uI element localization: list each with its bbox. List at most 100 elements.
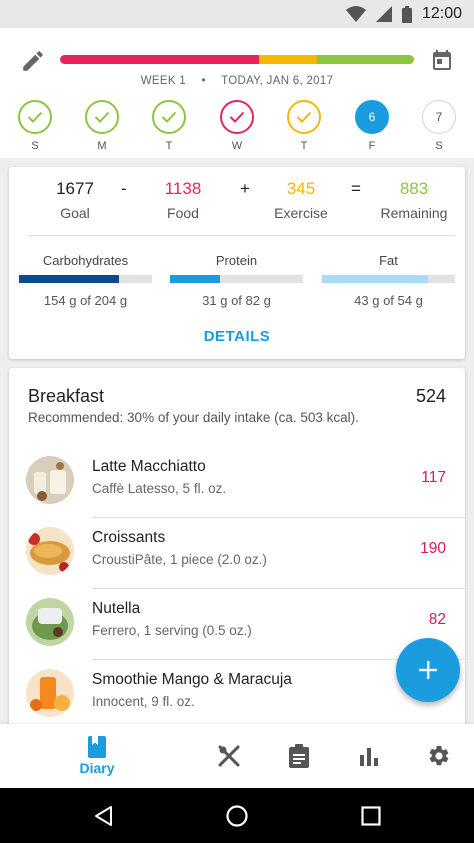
macro-progress-fill bbox=[170, 275, 221, 283]
day-completed-circle bbox=[287, 100, 321, 134]
check-icon bbox=[27, 111, 43, 123]
meal-item[interactable]: Latte Macchiatto Caffè Latesso, 5 fl. oz.… bbox=[9, 448, 465, 518]
meal-title: Breakfast bbox=[28, 386, 105, 406]
food-thumbnail bbox=[26, 456, 74, 504]
food-serving: Ferrero, 1 serving (0.5 oz.) bbox=[92, 623, 252, 638]
food-label: Food bbox=[167, 205, 199, 221]
macro-progress-bar bbox=[322, 275, 455, 283]
day-letter: T bbox=[300, 140, 308, 152]
food-thumbnail bbox=[26, 669, 74, 717]
bottom-navigation: Diary bbox=[0, 724, 474, 788]
macro-fat: Fat 43 g of 54 g bbox=[322, 253, 455, 308]
food-name: Croissants bbox=[92, 529, 166, 546]
remaining-value: 883 bbox=[399, 179, 429, 198]
home-icon[interactable] bbox=[225, 804, 249, 828]
progress-segment-remaining bbox=[317, 55, 414, 64]
day-completed-circle bbox=[152, 100, 186, 134]
plus-sign: + bbox=[240, 179, 250, 198]
day-letter: M bbox=[97, 140, 107, 152]
status-time: 12:00 bbox=[421, 5, 462, 22]
meal-item[interactable]: Croissants CroustiPâte, 1 piece (2.0 oz.)… bbox=[9, 519, 465, 589]
meal-item[interactable]: Nutella Ferrero, 1 serving (0.5 oz.) 82 bbox=[9, 590, 465, 660]
clipboard-icon bbox=[289, 744, 309, 768]
check-icon bbox=[296, 111, 312, 123]
progress-segment-food bbox=[60, 55, 259, 64]
macro-carbohydrates: Carbohydrates 154 g of 204 g bbox=[19, 253, 152, 308]
daily-progress-bar bbox=[60, 55, 414, 64]
nav-statistics[interactable] bbox=[334, 724, 404, 788]
nav-food[interactable] bbox=[194, 724, 264, 788]
day-letter: T bbox=[165, 140, 173, 152]
item-divider bbox=[92, 517, 465, 518]
day-letter: S bbox=[435, 140, 443, 152]
food-serving: CroustiPâte, 1 piece (2.0 oz.) bbox=[92, 552, 267, 567]
macro-progress-bar bbox=[19, 275, 152, 283]
food-kcal: 117 bbox=[421, 469, 446, 486]
macro-progress-bar bbox=[170, 275, 303, 283]
day-tuesday[interactable]: T bbox=[152, 100, 186, 152]
food-name: Latte Macchiatto bbox=[92, 458, 206, 475]
food-kcal: 82 bbox=[428, 611, 446, 628]
day-completed-circle bbox=[85, 100, 119, 134]
summary-divider bbox=[29, 235, 455, 236]
goal-block: 1677 Goal bbox=[37, 179, 113, 221]
macro-protein: Protein 31 g of 82 g bbox=[170, 253, 303, 308]
macro-name: Carbohydrates bbox=[42, 253, 129, 268]
day-friday[interactable]: 6F bbox=[355, 100, 389, 152]
week-header: WEEK 1 • TODAY, JAN 6, 2017 SMTWT6F7S bbox=[0, 28, 474, 158]
food-name: Nutella bbox=[92, 600, 141, 617]
check-icon bbox=[229, 111, 245, 123]
progress-segment-exercise bbox=[258, 55, 317, 64]
signal-icon bbox=[375, 6, 392, 22]
day-completed-circle bbox=[220, 100, 254, 134]
item-divider bbox=[92, 588, 465, 589]
nav-settings[interactable] bbox=[404, 724, 474, 788]
minus-sign: - bbox=[121, 179, 127, 198]
nav-diary[interactable]: Diary bbox=[62, 724, 132, 788]
food-name: Smoothie Mango & Maracuja bbox=[92, 671, 292, 688]
wifi-icon bbox=[345, 6, 366, 22]
remaining-label: Remaining bbox=[380, 205, 448, 221]
calendar-icon[interactable] bbox=[430, 48, 454, 72]
food-serving: Innocent, 9 fl. oz. bbox=[92, 694, 195, 709]
day-number: 7 bbox=[435, 110, 443, 124]
food-value: 1138 bbox=[164, 179, 202, 198]
battery-icon bbox=[401, 5, 412, 23]
meal-recommendation: Recommended: 30% of your daily intake (c… bbox=[28, 410, 359, 425]
macro-amount: 154 g of 204 g bbox=[43, 293, 128, 308]
exercise-block: 345 Exercise bbox=[266, 179, 336, 221]
day-sunday[interactable]: S bbox=[18, 100, 52, 152]
add-food-button[interactable] bbox=[396, 638, 460, 702]
back-icon[interactable] bbox=[92, 804, 116, 828]
date-label: TODAY, JAN 6, 2017 bbox=[221, 75, 334, 87]
exercise-value: 345 bbox=[286, 179, 316, 198]
remaining-block: 883 Remaining bbox=[375, 179, 453, 221]
macro-progress-fill bbox=[322, 275, 428, 283]
food-thumbnail bbox=[26, 598, 74, 646]
equals-sign: = bbox=[351, 179, 361, 198]
day-future-circle: 7 bbox=[422, 100, 456, 134]
recents-icon[interactable] bbox=[359, 804, 383, 828]
day-thursday[interactable]: T bbox=[287, 100, 321, 152]
macro-name: Protein bbox=[215, 253, 258, 268]
day-wednesday[interactable]: W bbox=[220, 100, 254, 152]
diary-icon bbox=[88, 736, 106, 758]
day-saturday[interactable]: 7S bbox=[422, 100, 456, 152]
pencil-icon[interactable] bbox=[20, 48, 46, 74]
details-button[interactable]: DETAILS bbox=[9, 328, 465, 345]
macro-amount: 43 g of 54 g bbox=[354, 293, 423, 308]
goal-value: 1677 bbox=[56, 179, 94, 198]
macro-name: Fat bbox=[379, 253, 398, 268]
nav-journal[interactable] bbox=[264, 724, 334, 788]
day-letter: F bbox=[368, 140, 376, 152]
day-letter: S bbox=[31, 140, 39, 152]
food-serving: Caffè Latesso, 5 fl. oz. bbox=[92, 481, 227, 496]
status-bar: 12:00 bbox=[0, 0, 474, 28]
meal-total-kcal: 524 bbox=[415, 386, 446, 406]
exercise-label: Exercise bbox=[274, 205, 328, 221]
week-day-selector: SMTWT6F7S bbox=[0, 100, 474, 158]
macro-progress-fill bbox=[19, 275, 120, 283]
android-navigation-bar bbox=[0, 788, 474, 843]
day-completed-circle bbox=[18, 100, 52, 134]
day-monday[interactable]: M bbox=[85, 100, 119, 152]
